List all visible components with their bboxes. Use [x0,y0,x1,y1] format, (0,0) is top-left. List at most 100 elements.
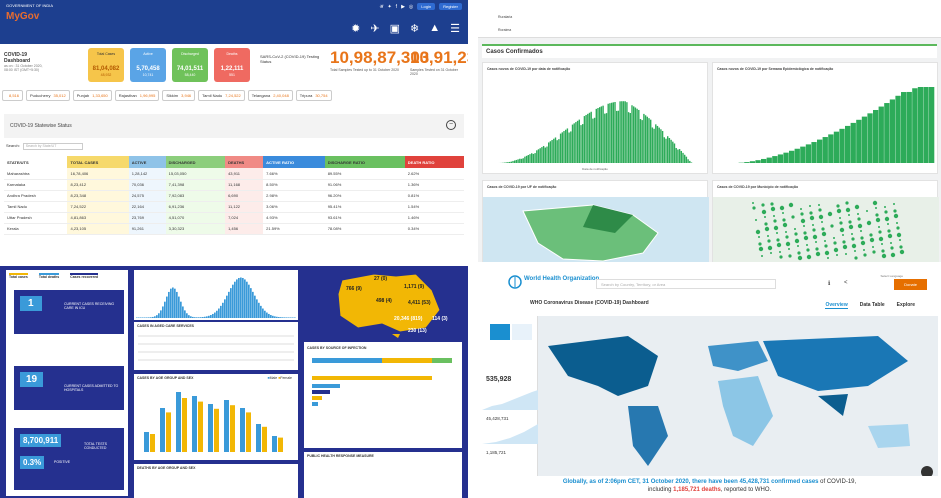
bar [206,316,208,318]
youtube-icon[interactable]: ▶ [401,4,405,10]
summary-tail: , reported to WHO. [720,487,772,493]
bar [188,315,190,318]
bar [244,279,246,318]
search-input[interactable]: Search by State/UT [22,143,83,150]
column-header[interactable]: ACTIVE RATIO [263,156,325,168]
bar [144,317,146,318]
column-header[interactable]: ACTIVE [128,156,166,168]
table-row[interactable]: Uttar Pradesh 4,81,863 23,769 4,51,070 7,024… [4,212,464,224]
bar [817,139,823,163]
bar [520,158,523,163]
brazil-dashboard-panel: Ruralaria Roraima Casos Confirmados Caso… [478,0,941,262]
bar [186,313,188,318]
bar [583,116,586,163]
bar [609,103,611,163]
table-cell: 8,23,348 [67,190,129,202]
tests-day-label: Samples Tested on 31 October 2020 [410,68,458,76]
bar [284,317,286,318]
brazil-municipio-map[interactable] [713,181,939,262]
bar [262,308,264,318]
state-chip[interactable]: Punjab 1,33,650 [72,90,112,101]
tab-data-table[interactable]: Data Table [860,302,885,309]
collapse-icon[interactable]: − [446,120,456,130]
mygov-logo[interactable]: MyGov [6,11,40,39]
menu-icon[interactable]: ☰ [450,22,460,35]
chart-icon[interactable] [512,324,532,340]
map-dot [824,244,828,248]
facebook-icon[interactable]: f [396,4,397,10]
table-row[interactable]: Tamil Nadu 7,24,522 22,164 6,91,236 11,122 3.… [4,201,464,213]
login-button[interactable]: Login [417,3,436,10]
map-dot [836,208,842,214]
tab-explore[interactable]: Explore [897,302,915,309]
bar [146,317,148,318]
bar [200,317,202,318]
register-button[interactable]: Register [439,3,462,10]
bar [634,107,637,163]
who-search-input[interactable]: Search by Country, Territory, or Area [596,279,776,289]
snowflake-icon[interactable]: ❄ [410,22,419,35]
state-chip[interactable]: Rajasthan 1,96,995 [114,90,160,101]
bar [629,113,631,163]
chart-title: Casos novos de COVID-19 por Semana Epide… [717,67,834,71]
who-world-map[interactable] [538,316,938,476]
state-chip[interactable]: Telangana 2,40,048 [247,90,293,101]
info-icon[interactable]: ℹ [828,280,830,287]
map-dot [824,250,830,256]
bell-icon[interactable]: ▲ [429,22,440,35]
column-header[interactable]: DISCHARGE RATIO [324,156,405,168]
column-header[interactable]: DEATHS [225,156,264,168]
column-header[interactable]: TOTAL CASES [67,156,129,168]
globe-icon[interactable] [490,324,510,340]
positive-value: 0.3% [20,456,45,469]
briefcase-icon[interactable]: ▣ [390,22,400,35]
age-bar [182,398,187,452]
bar [544,147,546,163]
as-of-text: as on : 31 October 2020, 08:00 IST (GMT+… [4,64,43,72]
tab-overview[interactable]: Overview [825,302,848,309]
age-bar [246,412,251,452]
table-row[interactable]: Karnataka 8,23,412 70,036 7,41,398 11,168 8.5… [4,179,464,191]
map-dot [818,214,824,220]
who-emblem-icon[interactable] [508,275,522,289]
table-cell: 91.06% [324,179,405,191]
state-chip[interactable]: Sikkim 3,946 [162,90,196,101]
table-row[interactable]: Kerala 4,23,105 91,261 3,30,323 1,456 21.59% 7… [4,223,464,235]
instagram-icon[interactable]: ◎ [409,4,413,10]
column-header[interactable]: DEATH RATIO [404,156,464,168]
region-table: Ruralaria Roraima [478,0,941,38]
state-name: Punjab [76,93,90,98]
twitter-icon[interactable]: ✦ [387,4,391,10]
map-dot [797,251,801,255]
map-dot [824,240,826,242]
gov-label: GOVERNMENT OF INDIA [6,3,54,8]
brazil-uf-map[interactable] [483,181,709,262]
language-icon[interactable]: अ [380,4,384,10]
state-chip[interactable]: Tamil Nadu 7,24,522 [198,90,245,101]
india-header: GOVERNMENT OF INDIA MyGov अ ✦ f ▶ ◎ Logi… [0,0,468,44]
map-dot [788,202,794,208]
map-dot [803,225,805,227]
column-header[interactable]: STATE/UTS [4,156,67,168]
language-select[interactable]: Select Language [880,274,903,278]
state-chip[interactable]: Tripura 30,754 [295,90,332,101]
table-row[interactable]: Andhra Pradesh 8,23,348 24,575 7,92,083 6,69… [4,190,464,202]
table-cell: 78.08% [324,223,405,235]
map-dot [875,217,881,223]
bar [822,137,828,163]
who-logo[interactable]: World Health Organization [524,276,599,282]
table-cell: 0.81% [404,190,464,202]
virus-icon[interactable]: ✹ [351,22,360,35]
plane-icon[interactable]: ✈ [370,22,379,35]
bar [655,124,657,163]
table-cell: 7,41,398 [165,179,226,191]
column-header[interactable]: DISCHARGED [165,156,226,168]
state-name: Telangana [251,93,271,98]
bar [833,131,840,163]
table-row[interactable]: Maharashtra 16,78,406 1,28,142 15,03,050 43,… [4,168,464,180]
state-count: 3,946 [181,93,192,98]
state-chip[interactable]: Puducherry 35,012 [26,90,70,101]
donate-button[interactable]: Donate [894,279,927,290]
state-chip[interactable]: 8,516 [2,90,24,101]
share-icon[interactable]: < [844,280,848,286]
